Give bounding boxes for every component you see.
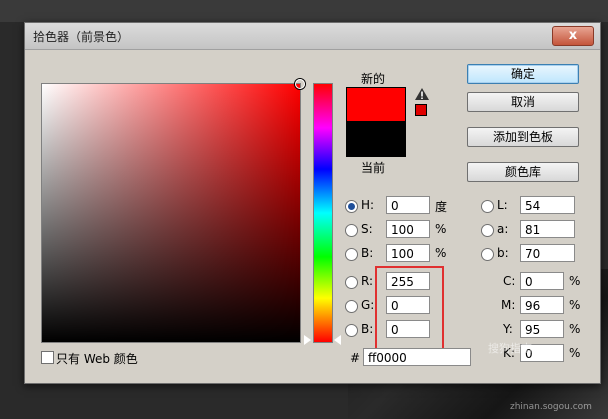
lab-a-input[interactable]: 81 [520, 220, 575, 238]
hue-label: H: [361, 198, 375, 212]
ok-button[interactable]: 确定 [467, 64, 579, 84]
lab-b-label: b: [497, 246, 509, 260]
brightness-label: B: [361, 246, 374, 260]
hue-unit: 度 [435, 200, 448, 214]
yellow-label: Y: [503, 322, 513, 336]
saturation-radio[interactable] [345, 224, 358, 237]
current-color-swatch[interactable] [346, 121, 406, 157]
cyan-input[interactable]: 0 [520, 272, 564, 290]
color-field-brightness [42, 84, 300, 342]
brightness-unit: % [435, 246, 447, 260]
color-picker-dialog: 拾色器（前景色） x 新的 当前 确定 取消 添加到色板 颜色库 H: 0 度 … [24, 22, 601, 384]
title-bar[interactable]: 拾色器（前景色） x [25, 23, 600, 50]
hue-slider-handle-left[interactable] [304, 335, 311, 345]
green-label: G: [361, 298, 375, 312]
black-unit: % [569, 346, 581, 360]
blue-label: B: [361, 322, 374, 336]
watermark-url: zhinan.sogou.com [510, 402, 592, 412]
gamut-warning-icon[interactable] [415, 88, 429, 100]
hue-input[interactable]: 0 [386, 196, 430, 214]
lab-b-input[interactable]: 70 [520, 244, 575, 262]
yellow-unit: % [569, 322, 581, 336]
hue-slider-handle-right[interactable] [334, 335, 341, 345]
color-field[interactable] [41, 79, 305, 343]
color-libraries-button[interactable]: 颜色库 [467, 162, 579, 182]
watermark-text: 搜狗指南 [488, 342, 532, 355]
lab-l-label: L: [497, 198, 508, 212]
lab-b-radio[interactable] [481, 248, 494, 261]
close-button[interactable]: x [552, 26, 594, 46]
cyan-unit: % [569, 274, 581, 288]
lab-a-radio[interactable] [481, 224, 494, 237]
hex-label: # [350, 351, 361, 365]
lab-l-input[interactable]: 54 [520, 196, 575, 214]
background-top [0, 0, 608, 22]
hue-radio[interactable] [345, 200, 358, 213]
color-field-marker[interactable] [295, 79, 305, 89]
yellow-input[interactable]: 95 [520, 320, 564, 338]
red-radio[interactable] [345, 276, 358, 289]
red-label: R: [361, 274, 374, 288]
cyan-label: C: [503, 274, 516, 288]
magenta-input[interactable]: 96 [520, 296, 564, 314]
saturation-unit: % [435, 222, 447, 236]
new-color-swatch [346, 87, 406, 123]
blue-radio[interactable] [345, 324, 358, 337]
hue-slider[interactable] [313, 83, 333, 343]
cancel-button[interactable]: 取消 [467, 92, 579, 112]
rgb-highlight-box [375, 266, 444, 352]
brightness-input[interactable]: 100 [386, 244, 430, 262]
web-colors-only-checkbox[interactable] [41, 351, 54, 364]
dialog-title: 拾色器（前景色） [33, 30, 130, 44]
brightness-radio[interactable] [345, 248, 358, 261]
gamut-color-swatch[interactable] [415, 104, 427, 116]
green-radio[interactable] [345, 300, 358, 313]
saturation-label: S: [361, 222, 373, 236]
hex-input[interactable]: ff0000 [363, 348, 471, 366]
new-color-label: 新的 [361, 72, 386, 86]
lab-a-label: a: [497, 222, 509, 236]
magenta-unit: % [569, 298, 581, 312]
magenta-label: M: [501, 298, 516, 312]
current-color-label: 当前 [361, 161, 386, 175]
lab-l-radio[interactable] [481, 200, 494, 213]
web-colors-only-label: 只有 Web 颜色 [56, 352, 138, 366]
add-to-swatches-button[interactable]: 添加到色板 [467, 127, 579, 147]
saturation-input[interactable]: 100 [386, 220, 430, 238]
